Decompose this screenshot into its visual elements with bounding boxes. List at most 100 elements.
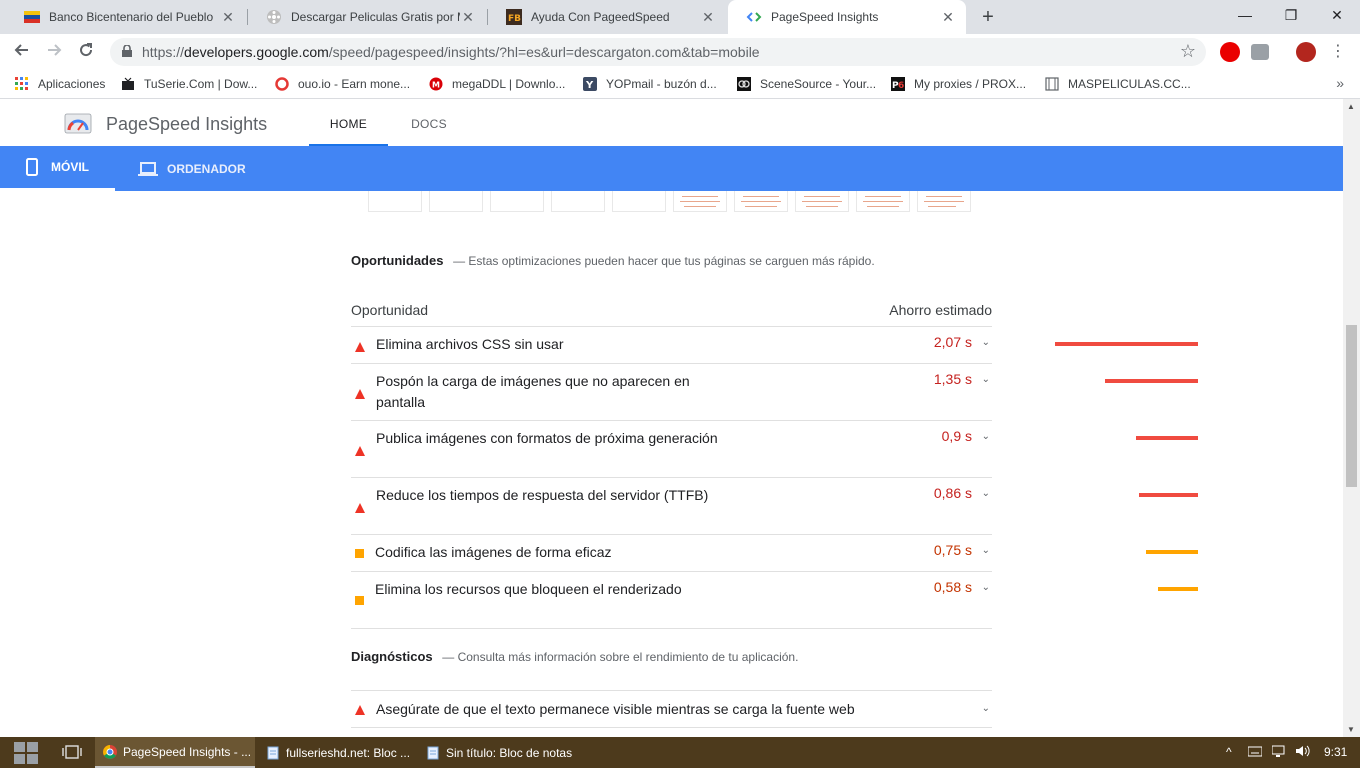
filmstrip-frame [734, 191, 788, 212]
smartphone-icon [26, 158, 38, 176]
bookmark-myproxies[interactable]: P6 My proxies / PROX... [890, 75, 1026, 93]
fail-triangle-icon [355, 445, 365, 456]
column-savings: Ahorro estimado [889, 302, 992, 318]
laptop-icon [138, 161, 158, 177]
savings-bar [1136, 436, 1198, 440]
url-text: https://developers.google.com/speed/page… [142, 44, 760, 60]
nav-home[interactable]: HOME [309, 99, 388, 146]
bookmark-tuserie[interactable]: TuSerie.Com | Dow... [120, 75, 257, 93]
opportunity-audit-item[interactable]: Reduce los tiempos de respuesta del serv… [351, 478, 1198, 535]
filmstrip-frame [612, 191, 666, 212]
tab-title: PageSpeed Insights [771, 10, 879, 24]
chevron-down-icon[interactable]: ⌄ [982, 488, 990, 499]
tab-mobile[interactable]: MÓVIL [0, 146, 115, 191]
venezuela-flag-icon [24, 9, 40, 25]
tray-volume-icon[interactable] [1296, 745, 1312, 760]
tv-icon [120, 76, 136, 92]
new-tab-button[interactable]: + [976, 5, 1000, 29]
diagnostics-heading: Diagnósticos — Consulta más información … [351, 649, 799, 664]
minimize-button[interactable]: — [1222, 0, 1268, 30]
audit-title: Publica imágenes con formatos de próxima… [376, 430, 718, 446]
scroll-down-arrow-icon[interactable]: ▼ [1347, 725, 1355, 734]
chevron-down-icon[interactable]: ⌄ [982, 337, 990, 348]
chevron-down-icon[interactable]: ⌄ [982, 374, 990, 385]
tab-descargar[interactable]: Descargar Peliculas Gratis por Me ✕ [248, 0, 486, 34]
page-title[interactable]: PageSpeed Insights [106, 114, 267, 135]
savings-bar [1055, 342, 1198, 346]
tab-ayuda[interactable]: FB Ayuda Con PageedSpeed ✕ [488, 0, 726, 34]
forward-arrow-icon[interactable] [42, 40, 66, 64]
window-close-button[interactable]: ✕ [1314, 0, 1360, 30]
pagespeed-logo-icon[interactable] [64, 111, 92, 135]
tray-keyboard-icon[interactable] [1247, 745, 1263, 760]
yopmail-icon: Y [582, 76, 598, 92]
device-tab-bar: MÓVIL ORDENADOR [0, 146, 1343, 191]
tray-clock[interactable]: 9:31 [1324, 745, 1347, 759]
profile-avatar[interactable] [1296, 42, 1316, 62]
filmstrip-frame [856, 191, 910, 212]
film-strip-icon [1044, 76, 1060, 92]
savings-bar [1158, 587, 1198, 591]
bookmark-apps[interactable]: Aplicaciones [14, 75, 105, 93]
back-arrow-icon[interactable] [10, 40, 34, 64]
column-opportunity: Oportunidad [351, 302, 429, 318]
nav-docs[interactable]: DOCS [398, 99, 460, 146]
taskbar-app-notepad-1[interactable]: fullserieshd.net: Bloc ... [258, 737, 418, 768]
scrollbar-thumb[interactable] [1346, 325, 1357, 487]
bookmark-maspeliculas[interactable]: MASPELICULAS.CC... [1044, 75, 1191, 93]
notepad-icon [266, 746, 280, 760]
tab-banco[interactable]: Banco Bicentenario del Pueblo ✕ [6, 0, 246, 34]
bookmark-megaddl[interactable]: M megaDDL | Downlo... [428, 75, 565, 93]
taskbar-app-chrome[interactable]: PageSpeed Insights - ... [95, 737, 255, 768]
savings-value: 0,86 s [933, 485, 972, 501]
opportunity-audit-item[interactable]: Elimina los recursos que bloqueen el ren… [351, 572, 1198, 629]
average-square-icon [355, 548, 364, 558]
address-bar[interactable]: https://developers.google.com/speed/page… [110, 38, 1206, 66]
restore-button[interactable]: ❐ [1268, 0, 1314, 30]
filmstrip-frame [551, 191, 605, 212]
task-view-icon[interactable] [62, 744, 84, 762]
opportunity-audit-item[interactable]: Codifica las imágenes de forma eficaz 0,7… [351, 535, 1198, 572]
svg-text:6: 6 [898, 81, 904, 91]
tab-pagespeed[interactable]: PageSpeed Insights ✕ [728, 0, 966, 34]
taskbar-app-notepad-2[interactable]: Sin título: Bloc de notas [418, 737, 578, 768]
chevron-down-icon[interactable]: ⌄ [982, 545, 990, 556]
mega-icon: M [428, 76, 444, 92]
scroll-up-arrow-icon[interactable]: ▲ [1347, 102, 1355, 111]
close-tab-icon[interactable]: ✕ [220, 9, 236, 26]
chevron-down-icon[interactable]: ⌄ [982, 431, 990, 442]
close-tab-icon[interactable]: ✕ [700, 9, 716, 26]
page-viewport: PageSpeed Insights HOME DOCS MÓVIL ORDEN… [0, 99, 1343, 737]
chevron-down-icon[interactable]: ⌄ [982, 703, 990, 714]
menu-kebab-icon[interactable]: ⋮ [1326, 40, 1350, 64]
windows-start-icon[interactable] [14, 742, 40, 764]
savings-bar [1105, 379, 1198, 383]
filmstrip-frame [673, 191, 727, 212]
windows-taskbar: PageSpeed Insights - ... fullserieshd.ne… [0, 737, 1360, 768]
notepad-icon [426, 746, 440, 760]
adblock-extension-icon[interactable] [1220, 42, 1240, 62]
opportunities-table-header: Oportunidad Ahorro estimado [351, 300, 992, 327]
bookmark-star-icon[interactable]: ☆ [1180, 41, 1196, 62]
filmstrip-frame [429, 191, 483, 212]
bookmark-ouo[interactable]: ouo.io - Earn mone... [274, 75, 410, 93]
extension-icon[interactable] [1251, 44, 1269, 60]
opportunity-audit-item[interactable]: Elimina archivos CSS sin usar 2,07 s ⌄ [351, 327, 1198, 364]
opportunities-description: — Estas optimizaciones pueden hacer que … [453, 254, 875, 268]
bookmarks-overflow-icon[interactable]: » [1336, 75, 1344, 91]
chevron-down-icon[interactable]: ⌄ [982, 582, 990, 593]
close-tab-icon[interactable]: ✕ [940, 9, 956, 26]
reload-icon[interactable] [74, 40, 98, 64]
tab-desktop[interactable]: ORDENADOR [138, 146, 246, 191]
page-scrollbar[interactable]: ▲ ▼ [1343, 99, 1360, 737]
bookmark-yopmail[interactable]: Y YOPmail - buzón d... [582, 75, 717, 93]
fail-triangle-icon [355, 341, 365, 352]
close-tab-icon[interactable]: ✕ [460, 9, 476, 26]
opportunity-audit-item[interactable]: Publica imágenes con formatos de próxima… [351, 421, 1198, 478]
diagnostic-audit-item[interactable]: Asegúrate de que el texto permanece visi… [351, 690, 992, 728]
tray-network-icon[interactable] [1271, 745, 1286, 760]
tray-chevron-up-icon[interactable]: ^ [1226, 745, 1232, 759]
opportunity-audit-item[interactable]: Pospón la carga de imágenes que no apare… [351, 364, 1198, 421]
scenesource-icon [736, 76, 752, 92]
bookmark-scenesource[interactable]: SceneSource - Your... [736, 75, 876, 93]
